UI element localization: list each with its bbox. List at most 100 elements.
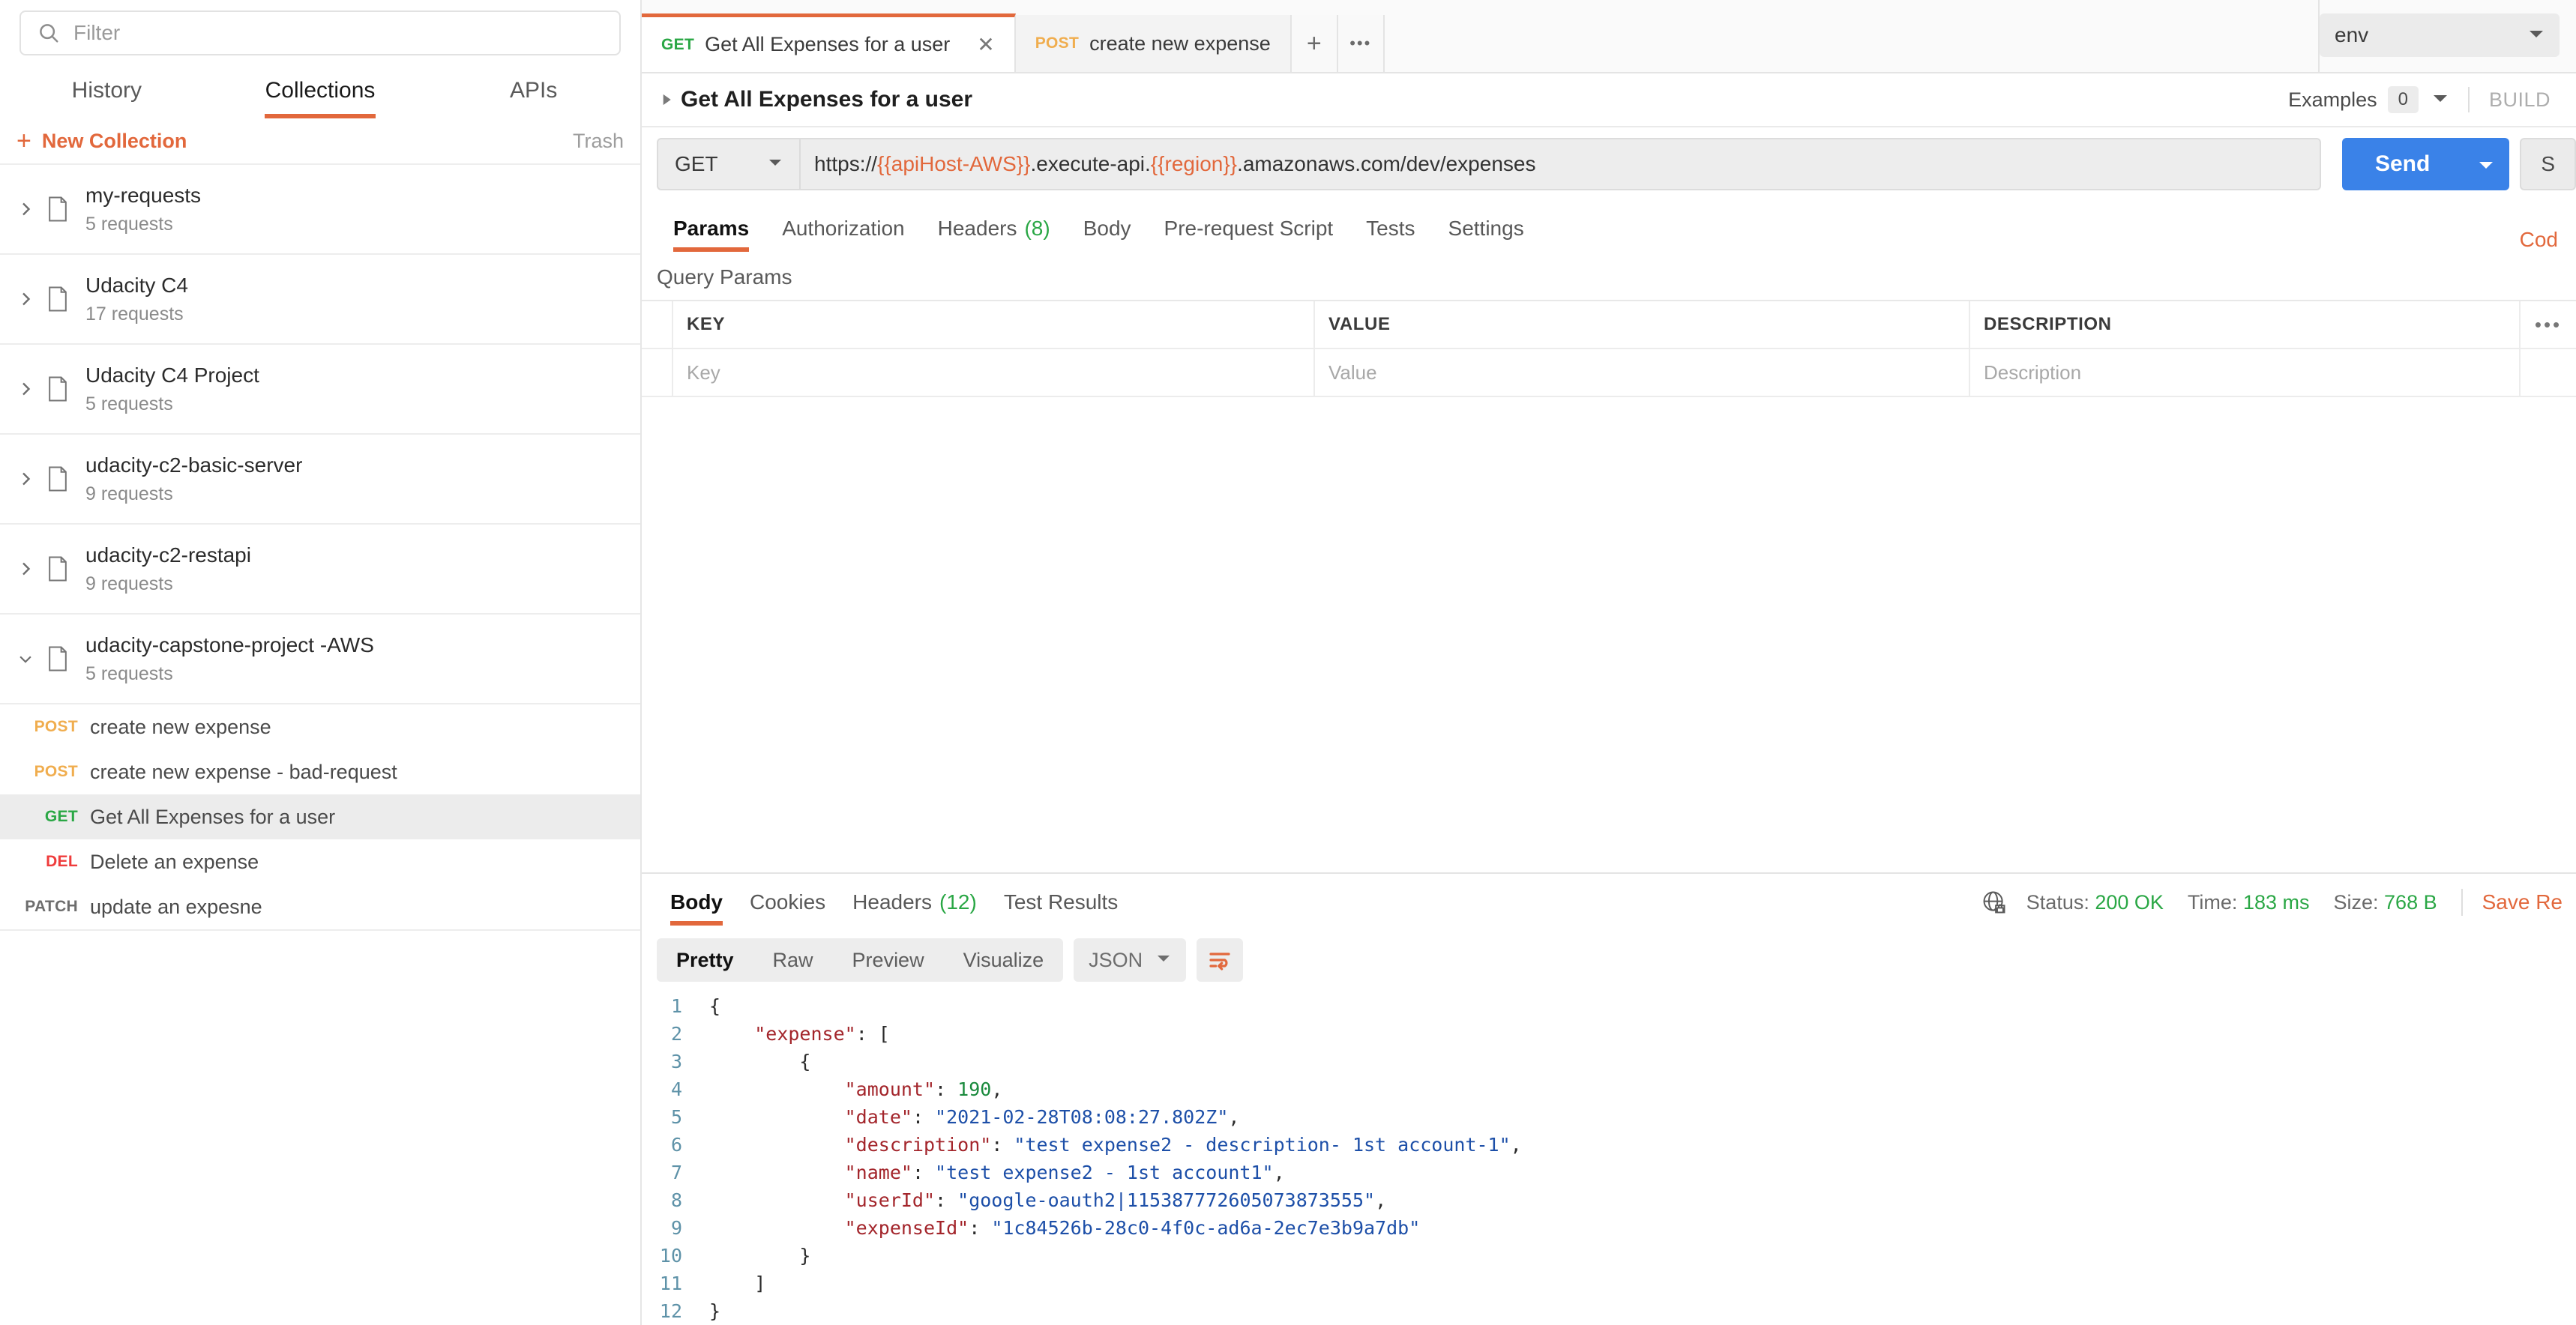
tab-method-badge: POST <box>1035 34 1079 52</box>
param-value-input[interactable]: Value <box>1315 349 1970 396</box>
open-tab-get-all-expenses-for-a-user[interactable]: GET Get All Expenses for a user ✕ <box>642 13 1016 72</box>
tab-options-icon[interactable]: ••• <box>1338 15 1385 72</box>
new-collection-button[interactable]: + New Collection <box>16 128 187 154</box>
request-item-create-new-expense-bad-request[interactable]: POST create new expense - bad-request <box>0 749 640 794</box>
code-token: : <box>991 1134 1014 1156</box>
view-mode-pretty[interactable]: Pretty <box>657 949 753 972</box>
code-link[interactable]: Cod <box>2520 228 2576 252</box>
code-token: "1c84526b-28c0-4f0c-ad6a-2ec7e3b9a7db" <box>991 1217 1420 1239</box>
filter-box[interactable] <box>19 10 621 55</box>
request-item-get-all-expenses-for-a-user[interactable]: GET Get All Expenses for a user <box>0 794 640 839</box>
collection-icon <box>40 196 75 222</box>
tab-pre-request-script[interactable]: Pre-request Script <box>1148 205 1350 252</box>
response-view-modes: Pretty Raw Preview Visualize <box>657 938 1063 982</box>
collection-item-udacity-c2-basic-server[interactable]: udacity-c2-basic-server 9 requests <box>0 435 640 525</box>
chevron-right-icon[interactable] <box>10 290 40 308</box>
code-line: 7 "name": "test expense2 - 1st account1"… <box>642 1159 2576 1186</box>
url-text-segment: https:// <box>814 152 877 176</box>
request-name: Get All Expenses for a user <box>90 806 335 829</box>
chevron-down-icon[interactable] <box>10 651 40 667</box>
collection-name: udacity-capstone-project -AWS <box>85 633 374 657</box>
send-group: Send <box>2342 138 2509 190</box>
code-line: 10 } <box>642 1242 2576 1270</box>
send-button[interactable]: Send <box>2342 138 2463 190</box>
collection-icon <box>40 286 75 312</box>
http-method-value: GET <box>675 152 718 176</box>
request-method-badge: DEL <box>6 853 90 871</box>
param-description-input[interactable]: Description <box>1970 349 2519 396</box>
response-panel: Body Cookies Headers(12) Test Results <box>642 872 2576 1325</box>
chevron-right-icon[interactable] <box>10 470 40 488</box>
trash-button[interactable]: Trash <box>573 130 624 153</box>
save-response-link[interactable]: Save Re <box>2482 890 2563 914</box>
environment-selector[interactable]: env <box>2320 13 2560 57</box>
code-line: 8 "userId": "google-oauth2|1153877726050… <box>642 1186 2576 1214</box>
response-tab-test-results[interactable]: Test Results <box>990 876 1132 929</box>
expand-triangle-icon[interactable] <box>657 92 676 107</box>
code-token: { <box>709 995 720 1017</box>
code-token: : <box>912 1106 935 1128</box>
view-mode-visualize[interactable]: Visualize <box>944 949 1064 972</box>
request-item-delete-an-expense[interactable]: DEL Delete an expense <box>0 839 640 884</box>
url-variable-apihost: {{apiHost-AWS}} <box>877 152 1030 176</box>
request-item-create-new-expense[interactable]: POST create new expense <box>0 704 640 749</box>
collection-request-count: 17 requests <box>85 304 188 325</box>
code-line: 6 "description": "test expense2 - descri… <box>642 1131 2576 1159</box>
table-options-icon[interactable]: ••• <box>2519 301 2576 348</box>
sidebar-tab-history[interactable]: History <box>0 63 214 118</box>
collection-item-udacity-c2-restapi[interactable]: udacity-c2-restapi 9 requests <box>0 525 640 615</box>
request-item-update-an-expesne[interactable]: PATCH update an expesne <box>0 884 640 929</box>
response-tab-cookies[interactable]: Cookies <box>736 876 839 929</box>
code-line: 4 "amount": 190, <box>642 1075 2576 1103</box>
tab-authorization[interactable]: Authorization <box>765 205 921 252</box>
tab-tests[interactable]: Tests <box>1349 205 1431 252</box>
chevron-down-icon[interactable] <box>2432 93 2449 107</box>
view-mode-preview[interactable]: Preview <box>833 949 944 972</box>
collection-item-my-requests[interactable]: my-requests 5 requests <box>0 165 640 255</box>
tab-body[interactable]: Body <box>1067 205 1148 252</box>
url-text-segment: .execute-api. <box>1030 152 1150 176</box>
save-button[interactable]: S <box>2520 138 2576 190</box>
view-mode-raw[interactable]: Raw <box>753 949 833 972</box>
collection-icon <box>40 646 75 671</box>
chevron-down-icon <box>768 157 783 171</box>
tab-label: Authorization <box>782 217 904 241</box>
tab-params[interactable]: Params <box>657 205 765 252</box>
code-token: "expense" <box>754 1023 855 1045</box>
size-label: Size: <box>2333 891 2378 914</box>
table-header-row: KEY VALUE DESCRIPTION ••• <box>642 301 2576 349</box>
collection-item-udacity-capstone-project-aws[interactable]: udacity-capstone-project -AWS 5 requests <box>0 615 640 704</box>
time-badge: Time: 183 ms <box>2188 891 2310 914</box>
response-language-selector[interactable]: JSON <box>1074 938 1186 982</box>
chevron-right-icon[interactable] <box>10 560 40 578</box>
tab-headers[interactable]: Headers(8) <box>921 205 1067 252</box>
response-tab-headers[interactable]: Headers(12) <box>839 876 990 929</box>
sidebar-tab-collections[interactable]: Collections <box>214 63 427 118</box>
chevron-right-icon[interactable] <box>10 380 40 398</box>
response-body-code[interactable]: 1{ 2 "expense": [ 3 { 4 "amount": 190, 5… <box>642 988 2576 1325</box>
response-tab-body[interactable]: Body <box>657 876 736 929</box>
size-value: 768 B <box>2384 891 2437 914</box>
tab-label: Body <box>670 890 723 914</box>
url-input[interactable]: https://{{apiHost-AWS}}.execute-api.{{re… <box>799 138 2321 190</box>
close-icon[interactable]: ✕ <box>977 32 994 57</box>
new-tab-button[interactable]: + <box>1292 15 1338 72</box>
chevron-right-icon[interactable] <box>10 200 40 218</box>
sidebar-tab-apis[interactable]: APIs <box>427 63 640 118</box>
code-line: 1{ <box>642 992 2576 1020</box>
collection-item-udacity-c4-project[interactable]: Udacity C4 Project 5 requests <box>0 345 640 435</box>
open-tab-create-new-expense[interactable]: POST create new expense <box>1016 15 1292 72</box>
build-button[interactable]: BUILD <box>2489 88 2551 112</box>
row-checkbox-cell[interactable] <box>642 349 673 396</box>
http-method-selector[interactable]: GET <box>657 138 799 190</box>
new-collection-row: + New Collection Trash <box>0 118 640 165</box>
word-wrap-icon[interactable] <box>1197 938 1243 982</box>
filter-input[interactable] <box>73 21 603 45</box>
select-all-checkbox-cell[interactable] <box>642 301 673 348</box>
plus-icon: + <box>16 128 31 154</box>
tab-settings[interactable]: Settings <box>1432 205 1541 252</box>
code-token: : [ <box>856 1023 890 1045</box>
param-key-input[interactable]: Key <box>673 349 1315 396</box>
collection-item-udacity-c4[interactable]: Udacity C4 17 requests <box>0 255 640 345</box>
send-options-button[interactable] <box>2463 138 2509 190</box>
